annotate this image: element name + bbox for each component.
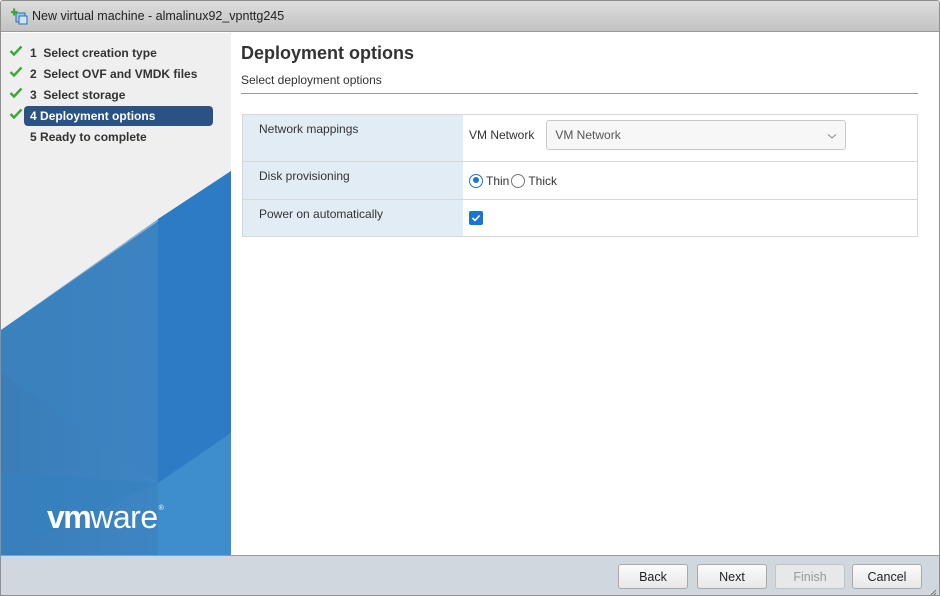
power-on-checkbox[interactable]: [469, 211, 483, 225]
radio-thin[interactable]: Thin: [469, 173, 510, 188]
radio-thin-label: Thin: [486, 173, 510, 188]
chevron-down-icon: [827, 130, 837, 140]
next-button[interactable]: Next: [697, 564, 767, 589]
page-title: Deployment options: [241, 43, 415, 63]
step-number: 2: [30, 66, 37, 81]
radio-thin-indicator[interactable]: [469, 173, 483, 188]
checkmark-icon: [471, 214, 481, 222]
radio-thick-indicator[interactable]: [511, 173, 526, 188]
back-button[interactable]: Back: [618, 564, 688, 589]
step-label: Deployment options: [40, 108, 156, 123]
network-select-value: VM Network: [555, 128, 621, 142]
network-mappings-label: Network mappings: [243, 115, 463, 161]
step-number: 5: [30, 129, 37, 144]
step-label: Select creation type: [43, 45, 157, 60]
network-select[interactable]: VM Network: [546, 120, 847, 150]
resize-grip-icon[interactable]: [929, 586, 937, 595]
step-deployment-options[interactable]: 4 Deployment options: [1, 105, 231, 126]
step-number: 3: [30, 87, 37, 102]
wizard-sidebar: 1 Select creation type 2 Select OVF and …: [1, 33, 231, 555]
new-vm-dialog: New virtual machine - almalinux92_vpnttg…: [0, 0, 940, 596]
step-select-creation-type[interactable]: 1 Select creation type: [1, 42, 231, 63]
wizard-steps: 1 Select creation type 2 Select OVF and …: [1, 33, 231, 147]
step-select-storage[interactable]: 3 Select storage: [1, 84, 231, 105]
check-icon: [9, 86, 23, 100]
cancel-button[interactable]: Cancel: [852, 564, 922, 589]
check-icon: [9, 44, 23, 58]
network-mappings-row: Network mappings VM Network VM Network: [243, 115, 917, 162]
step-label: Ready to complete: [40, 129, 147, 144]
window-title: New virtual machine - almalinux92_vpnttg…: [32, 9, 285, 23]
title-bar[interactable]: New virtual machine - almalinux92_vpnttg…: [1, 1, 939, 32]
source-network-label: VM Network: [469, 128, 535, 142]
finish-button: Finish: [775, 564, 845, 589]
disk-provisioning-row: Disk provisioning Thin Thick: [243, 162, 917, 200]
vmware-logo: vmware®: [47, 499, 164, 535]
radio-thick-label: Thick: [528, 173, 558, 188]
new-vm-icon: [10, 8, 28, 25]
step-select-ovf-files[interactable]: 2 Select OVF and VMDK files: [1, 63, 231, 84]
check-icon: [9, 65, 23, 79]
step-ready-to-complete[interactable]: 5 Ready to complete: [1, 126, 231, 147]
radio-thick[interactable]: Thick: [511, 173, 558, 188]
step-number: 4: [30, 108, 37, 123]
power-on-label: Power on automatically: [243, 200, 463, 236]
step-number: 1: [30, 45, 37, 60]
deployment-options-table: Network mappings VM Network VM Network D…: [242, 114, 918, 237]
step-label: Select OVF and VMDK files: [43, 66, 198, 81]
power-on-row: Power on automatically: [243, 200, 917, 236]
page-subtitle: Select deployment options: [241, 73, 918, 94]
dialog-footer: Back Next Finish Cancel: [1, 555, 939, 595]
check-icon: [9, 107, 23, 121]
step-label: Select storage: [43, 87, 126, 102]
main-content: Deployment options Select deployment opt…: [241, 33, 919, 237]
disk-provisioning-label: Disk provisioning: [243, 162, 463, 199]
